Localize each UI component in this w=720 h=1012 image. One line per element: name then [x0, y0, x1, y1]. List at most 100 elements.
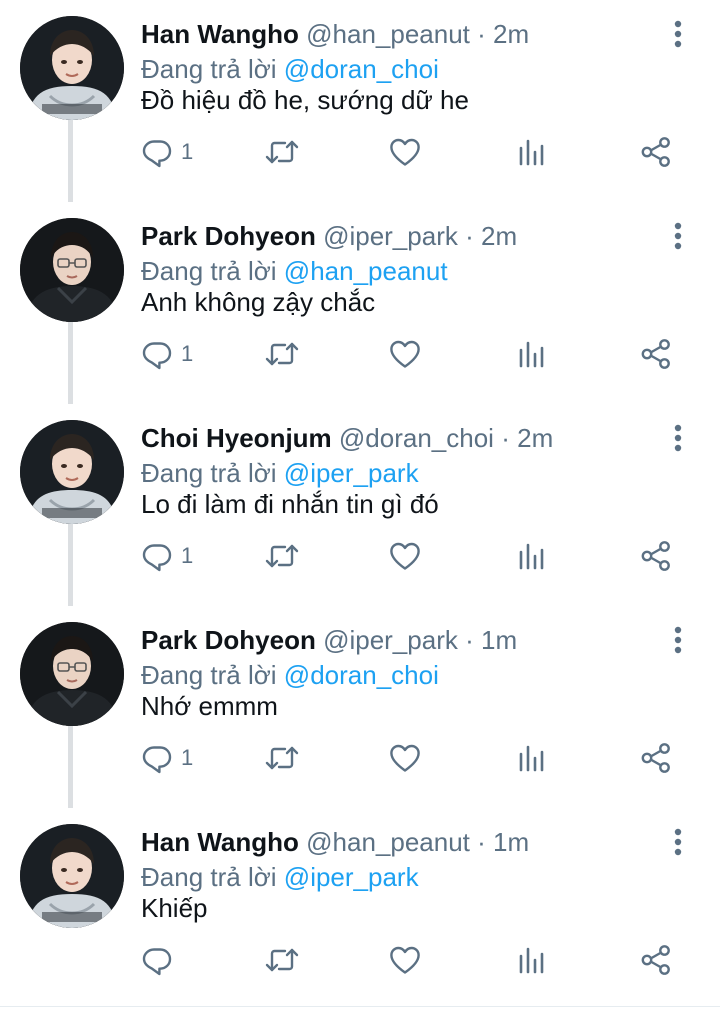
retweet-icon [265, 948, 299, 972]
more-vertical-icon [674, 222, 682, 250]
reply-button[interactable]: 1 [141, 738, 193, 778]
replying-to-mention[interactable]: @doran_choi [284, 660, 439, 690]
avatar[interactable] [20, 420, 124, 524]
username-handle[interactable]: @han_peanut [306, 827, 470, 857]
divider [0, 1006, 720, 1007]
retweet-button[interactable] [264, 334, 300, 374]
reply-button[interactable]: 1 [141, 132, 193, 172]
display-name[interactable]: Park Dohyeon [141, 221, 316, 251]
more-options-button[interactable] [666, 220, 690, 252]
retweet-button[interactable] [264, 132, 300, 172]
username-handle[interactable]: @iper_park [323, 625, 458, 655]
share-icon [641, 743, 670, 773]
reply-count: 1 [181, 745, 194, 770]
avatar[interactable] [20, 16, 124, 120]
more-options-button[interactable] [666, 422, 690, 454]
username-handle[interactable]: @doran_choi [339, 423, 494, 453]
tweet-text: Nhớ emmm [141, 691, 278, 721]
share-icon [641, 137, 670, 167]
timestamp[interactable]: 2m [481, 221, 517, 251]
reply-icon [142, 342, 172, 370]
reply-icon [142, 544, 172, 572]
username-handle[interactable]: @iper_park [323, 221, 458, 251]
stats-icon [519, 543, 544, 570]
tweet-header: Choi Hyeonjum @doran_choi · 2m [141, 422, 553, 454]
tweet-actions: 1 [0, 536, 720, 576]
analytics-button[interactable] [517, 132, 547, 172]
avatar[interactable] [20, 824, 124, 928]
retweet-icon [265, 140, 299, 164]
more-vertical-icon [674, 828, 682, 856]
share-button[interactable] [640, 334, 672, 374]
display-name[interactable]: Choi Hyeonjum [141, 423, 332, 453]
share-button[interactable] [640, 536, 672, 576]
tweet-header: Han Wangho @han_peanut · 1m [141, 826, 529, 858]
share-button[interactable] [640, 940, 672, 980]
tweet[interactable]: Park Dohyeon @iper_park · 2m Đang trả lờ… [0, 202, 720, 404]
reply-button[interactable] [141, 940, 181, 980]
tweet-header: Han Wangho @han_peanut · 2m [141, 18, 529, 50]
tweet[interactable]: Han Wangho @han_peanut · 2m Đang trả lời… [0, 0, 720, 202]
more-options-button[interactable] [666, 826, 690, 858]
tweet-actions [0, 940, 720, 980]
like-button[interactable] [388, 940, 422, 980]
display-name[interactable]: Han Wangho [141, 19, 299, 49]
analytics-button[interactable] [517, 940, 547, 980]
tweet-header: Park Dohyeon @iper_park · 1m [141, 624, 517, 656]
stats-icon [519, 745, 544, 772]
analytics-button[interactable] [517, 536, 547, 576]
retweet-button[interactable] [264, 940, 300, 980]
more-vertical-icon [674, 424, 682, 452]
retweet-button[interactable] [264, 536, 300, 576]
separator-dot: · [477, 827, 486, 857]
more-options-button[interactable] [666, 18, 690, 50]
display-name[interactable]: Park Dohyeon [141, 625, 316, 655]
like-icon [390, 946, 420, 974]
replying-to-mention[interactable]: @iper_park [284, 862, 419, 892]
tweet-actions: 1 [0, 132, 720, 172]
tweet[interactable]: Choi Hyeonjum @doran_choi · 2m Đang trả … [0, 404, 720, 606]
reply-icon [142, 948, 172, 976]
stats-icon [519, 341, 544, 368]
like-button[interactable] [388, 334, 422, 374]
tweet[interactable]: Han Wangho @han_peanut · 1m Đang trả lời… [0, 808, 720, 1010]
tweet-actions: 1 [0, 334, 720, 374]
username-handle[interactable]: @han_peanut [306, 19, 470, 49]
share-icon [641, 339, 670, 369]
like-button[interactable] [388, 738, 422, 778]
more-options-button[interactable] [666, 624, 690, 656]
reply-icon [142, 746, 172, 774]
more-vertical-icon [674, 20, 682, 48]
separator-dot: · [465, 625, 474, 655]
like-button[interactable] [388, 132, 422, 172]
tweet[interactable]: Park Dohyeon @iper_park · 1m Đang trả lờ… [0, 606, 720, 808]
timestamp[interactable]: 1m [493, 827, 529, 857]
share-icon [641, 945, 670, 975]
retweet-button[interactable] [264, 738, 300, 778]
share-icon [641, 541, 670, 571]
avatar[interactable] [20, 622, 124, 726]
like-icon [390, 138, 420, 166]
stats-icon [519, 947, 544, 974]
share-button[interactable] [640, 132, 672, 172]
avatar[interactable] [20, 218, 124, 322]
analytics-button[interactable] [517, 334, 547, 374]
tweet-header: Park Dohyeon @iper_park · 2m [141, 220, 517, 252]
timestamp[interactable]: 1m [481, 625, 517, 655]
like-button[interactable] [388, 536, 422, 576]
reply-button[interactable]: 1 [141, 536, 193, 576]
stats-icon [519, 139, 544, 166]
tweet-text: Anh không zậy chắc [141, 287, 376, 317]
like-icon [390, 340, 420, 368]
retweet-icon [265, 342, 299, 366]
display-name[interactable]: Han Wangho [141, 827, 299, 857]
tweet-text: Khiếp [141, 893, 208, 923]
analytics-button[interactable] [517, 738, 547, 778]
reply-button[interactable]: 1 [141, 334, 193, 374]
like-icon [390, 744, 420, 772]
timestamp[interactable]: 2m [493, 19, 529, 49]
timestamp[interactable]: 2m [517, 423, 553, 453]
reply-count: 1 [181, 341, 194, 366]
share-button[interactable] [640, 738, 672, 778]
retweet-icon [265, 746, 299, 770]
